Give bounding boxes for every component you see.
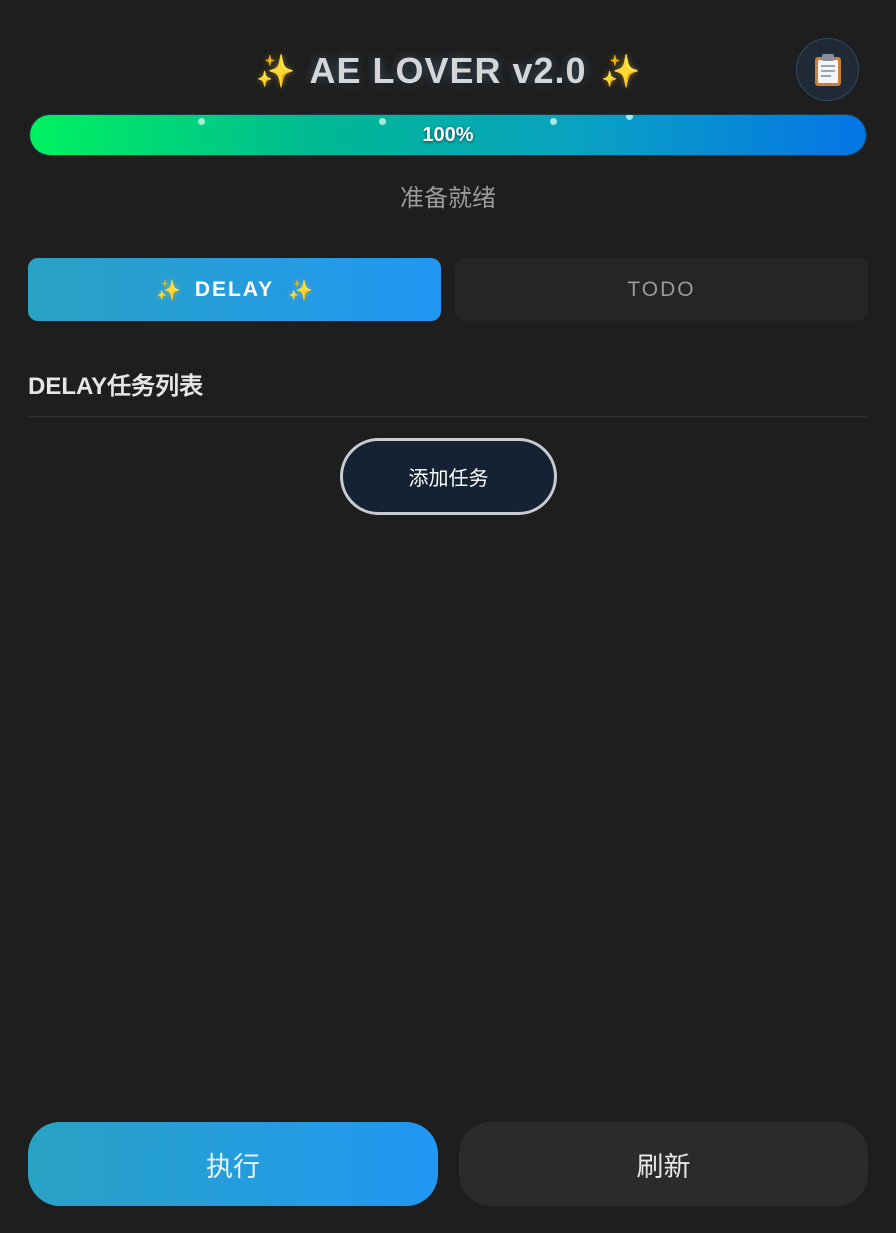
app-window: ✨ AE LOVER v2.0 ✨ 100% 准备就绪 ✨ DELAY ✨ TO… [0, 0, 896, 1233]
tab-delay[interactable]: ✨ DELAY ✨ [28, 258, 441, 321]
status-text: 准备就绪 [400, 184, 496, 212]
header: ✨ AE LOVER v2.0 ✨ [0, 38, 896, 106]
tab-todo[interactable]: TODO [455, 258, 868, 321]
progress-bar: 100% [29, 114, 867, 156]
title-row: ✨ AE LOVER v2.0 ✨ [0, 50, 896, 92]
section-divider [28, 416, 867, 417]
clipboard-icon [814, 53, 841, 86]
sparkle-icon: ✨ [155, 277, 181, 302]
app-title: AE LOVER v2.0 [309, 50, 587, 91]
tab-delay-label: DELAY [194, 277, 275, 301]
execute-button[interactable]: 执行 [28, 1122, 438, 1206]
progress-percent: 100% [422, 124, 474, 146]
tab-todo-label: TODO [627, 277, 696, 301]
log-button[interactable] [796, 38, 859, 101]
progress-particle [626, 115, 633, 120]
sparkle-icon-left: ✨ [255, 52, 296, 90]
add-task-button[interactable]: 添加任务 [340, 438, 557, 515]
section-title: DELAY任务列表 [28, 373, 204, 400]
sparkle-icon: ✨ [288, 277, 314, 302]
sparkle-icon-right: ✨ [600, 52, 641, 90]
refresh-button[interactable]: 刷新 [459, 1122, 868, 1206]
